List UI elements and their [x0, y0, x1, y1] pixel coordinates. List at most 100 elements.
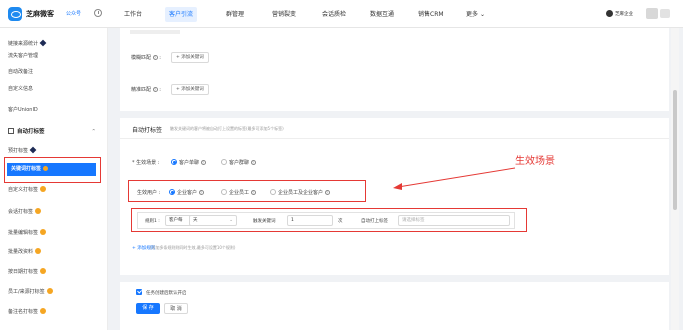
coin-icon: [35, 248, 42, 254]
radio-label: 企业员工及企业客户: [278, 190, 324, 196]
chevron-up-icon: ⌃: [91, 129, 96, 135]
annotation-label: 生效场景: [515, 156, 555, 167]
sidebar-group-label: 自动打标签: [17, 129, 45, 135]
account-type-tag[interactable]: 公众号: [66, 10, 81, 17]
coin-icon: [43, 166, 49, 171]
radio-label: 企业客户: [177, 190, 198, 196]
target-option-enterprise-staff[interactable]: 企业员工 ?: [221, 189, 256, 196]
sidebar-item-batch-edit-tag[interactable]: 批量编辑标签: [8, 227, 102, 239]
help-icon[interactable]: ?: [200, 160, 206, 165]
sidebar-group-auto-tag[interactable]: 自动打标签 ⌃: [8, 126, 102, 138]
footer-card: [120, 282, 669, 330]
exact-match-label: 精准匹配 ? :: [131, 87, 161, 93]
help-icon[interactable]: ?: [250, 160, 256, 165]
auto-enable-label: 任务创建后默认开启: [146, 291, 187, 296]
scene-option-private-chat[interactable]: 客户单聊 ?: [171, 159, 206, 166]
coin-icon: [40, 308, 47, 314]
app-logo-icon[interactable]: [8, 7, 22, 21]
sidebar-item-label: 按日期打标签: [8, 269, 39, 275]
section-title: 自动打标签: [132, 127, 163, 134]
tag-icon: [8, 128, 14, 134]
target-option-enterprise-customer[interactable]: 企业客户 ?: [169, 189, 204, 196]
scene-option-group-chat[interactable]: 客户群聊 ?: [221, 159, 256, 166]
rule-count-input[interactable]: 1: [287, 215, 333, 226]
help-icon[interactable]: ?: [250, 190, 256, 195]
help-icon[interactable]: ?: [152, 87, 158, 92]
nav-customer-acquisition[interactable]: 客户引流: [165, 7, 198, 22]
sidebar-item-label: 会话打标签: [8, 209, 34, 215]
sidebar-item-batch-edit-profile[interactable]: 批量改资料: [8, 246, 102, 258]
radio-icon: [221, 189, 227, 195]
nav-group-management[interactable]: 群管理: [222, 7, 248, 22]
radio-icon: [270, 189, 276, 195]
nav-more[interactable]: 更多 ⌄: [462, 7, 489, 22]
sidebar-item-label: 关键词打标签: [11, 166, 42, 172]
coin-icon: [35, 208, 42, 214]
sidebar-item-pre-tag[interactable]: 预打标签: [8, 145, 102, 157]
coin-icon: [40, 268, 47, 274]
sidebar-item-unionid[interactable]: 客户UnionID: [8, 104, 102, 116]
sidebar-item-label: 预打标签: [8, 148, 29, 154]
sidebar-item-label: 批量编辑标签: [8, 230, 39, 236]
chevron-down-icon: ⌄: [229, 218, 233, 223]
radio-label: 客户群聊: [229, 160, 250, 166]
nav-data-sync[interactable]: 数据互通: [366, 7, 398, 22]
coin-icon: [40, 186, 47, 192]
user-extra: [660, 9, 670, 18]
rule-period-value: 天: [193, 218, 198, 223]
rule-period-select[interactable]: 天 ⌄: [189, 215, 237, 226]
scene-label-text: * 生效场景 :: [132, 160, 160, 166]
trigger-keyword-label: 触发关键词: [253, 219, 276, 224]
user-name: 芝麻企业: [615, 12, 633, 17]
sidebar-item-label: 员工/来源打标签: [8, 289, 45, 295]
nav-session-qc[interactable]: 会话质检: [318, 7, 350, 22]
exact-add-keyword-button[interactable]: + 添加关键词: [171, 84, 209, 95]
sidebar-item-auto-remark[interactable]: 自动改备注: [8, 66, 102, 78]
fuzzy-match-text: 模糊匹配: [131, 55, 152, 61]
sidebar-item-lost-customers[interactable]: 流失客户管理: [8, 50, 102, 62]
annotation-arrow-icon: [393, 167, 516, 190]
history-icon[interactable]: [94, 9, 102, 17]
help-icon[interactable]: ?: [198, 190, 204, 195]
keyword-card: [120, 28, 669, 111]
sidebar-item-keyword-tag[interactable]: 关键词打标签: [7, 163, 96, 176]
radio-selected-icon: [169, 189, 175, 195]
divider: [120, 138, 669, 139]
card-title-faded: [130, 30, 180, 34]
rule-unit: 次: [338, 219, 343, 224]
sidebar-item-staff-source-tag[interactable]: 员工/来源打标签: [8, 286, 102, 298]
sidebar-item-custom-info[interactable]: 自定义信息: [8, 83, 102, 95]
scene-label: * 生效场景 :: [132, 159, 159, 166]
coin-icon: [46, 288, 53, 294]
rule-label: 规则1 :: [145, 219, 160, 224]
chevron-down-icon: ⌄: [479, 11, 485, 18]
sidebar-item-session-tag[interactable]: 会话打标签: [8, 206, 102, 218]
user-avatar-icon: [606, 10, 613, 17]
app-name: 芝麻微客: [26, 10, 54, 18]
sidebar-item-label: 备注名打标签: [8, 309, 39, 315]
sidebar-item-remark-tag[interactable]: 备注名打标签: [8, 306, 102, 318]
help-icon[interactable]: ?: [152, 55, 158, 60]
sidebar-item-link-source-stats[interactable]: 链接来源统计: [8, 38, 102, 50]
nav-more-label: 更多: [466, 11, 479, 18]
sidebar-item-custom-tag[interactable]: 自定义打标签: [8, 184, 102, 196]
scrollbar-thumb[interactable]: [673, 90, 677, 210]
target-option-staff-and-customer[interactable]: 企业员工及企业客户 ?: [270, 189, 330, 196]
auto-tag-label: 自动打上标签: [361, 219, 388, 224]
help-icon[interactable]: ?: [324, 190, 330, 195]
nav-sales-crm[interactable]: 销售CRM: [414, 7, 448, 22]
sidebar-item-date-tag[interactable]: 按日期打标签: [8, 266, 102, 278]
cancel-button[interactable]: 取 消: [164, 303, 188, 314]
save-button[interactable]: 保 存: [136, 303, 160, 314]
auto-enable-checkbox[interactable]: [136, 289, 142, 295]
sidebar-item-label: 自定义打标签: [8, 187, 39, 193]
rule-subject-value: 客户每: [169, 218, 183, 223]
radio-label: 客户单聊: [179, 160, 200, 166]
nav-marketing-fission[interactable]: 营销裂变: [268, 7, 300, 22]
tag-select-input[interactable]: 请选择标签: [398, 215, 510, 226]
vip-diamond-icon: [39, 39, 47, 47]
exact-match-text: 精准匹配: [131, 87, 152, 93]
fuzzy-add-keyword-button[interactable]: + 添加关键词: [171, 52, 209, 63]
nav-workbench[interactable]: 工作台: [120, 7, 146, 22]
coin-icon: [40, 229, 47, 235]
